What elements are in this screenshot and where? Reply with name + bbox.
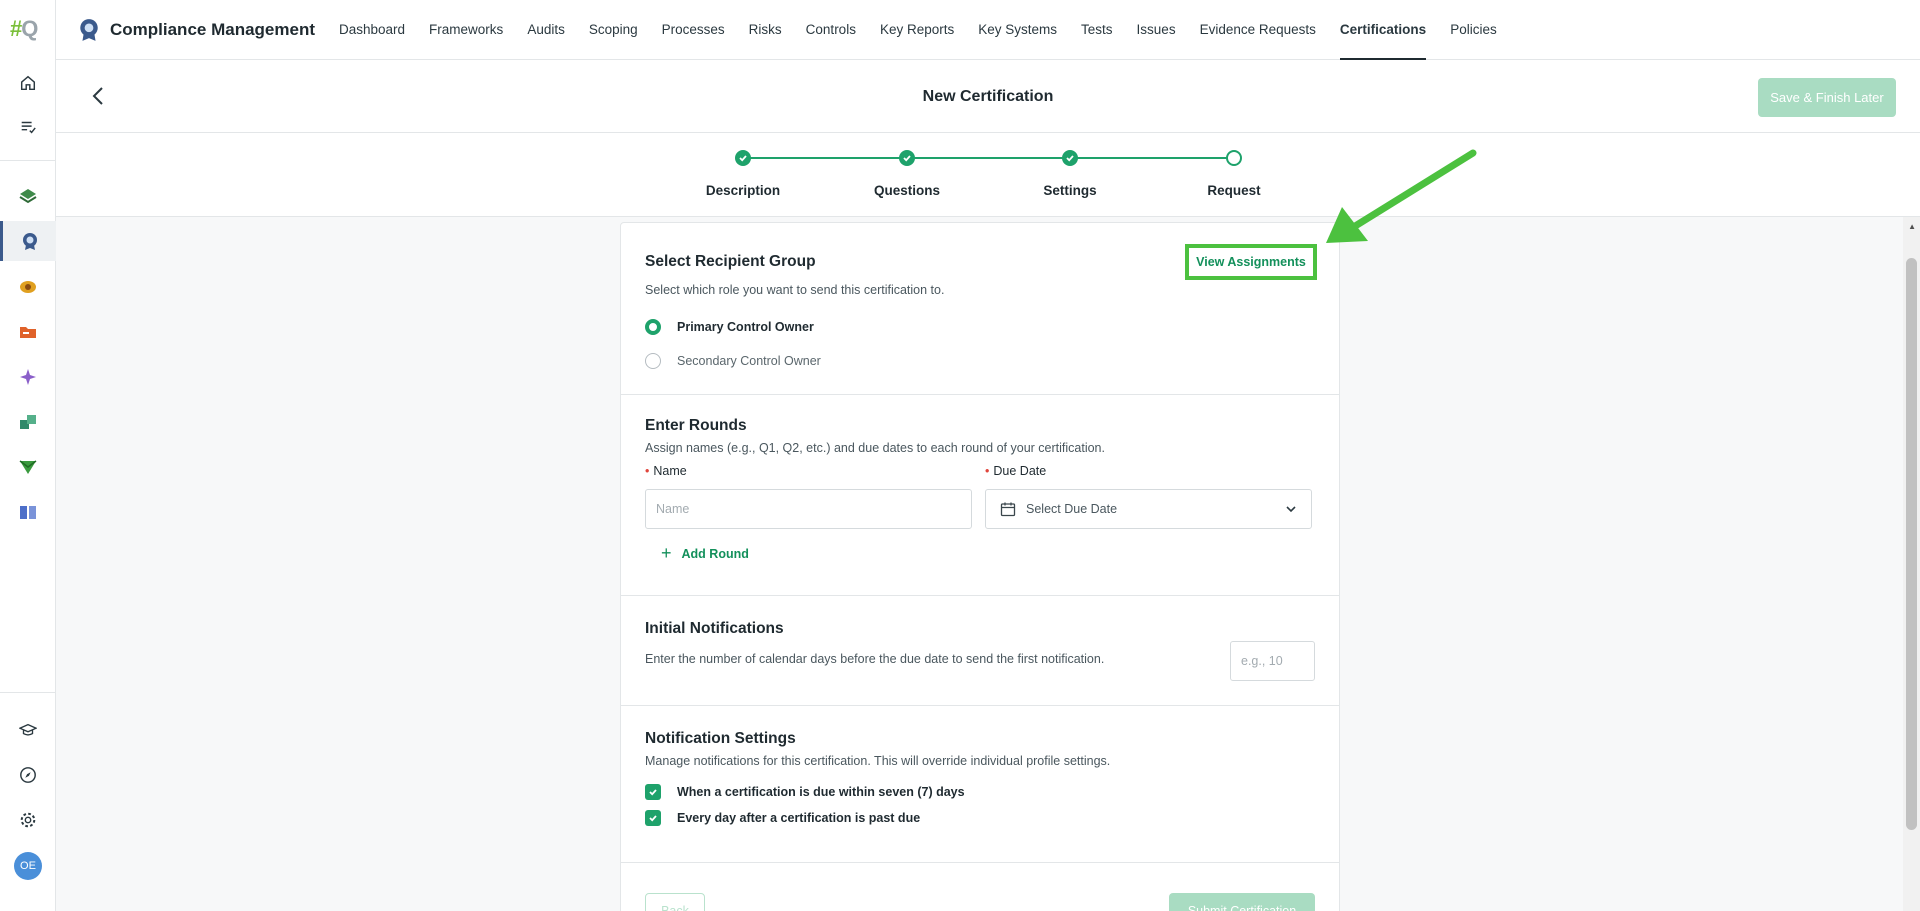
- compass-icon[interactable]: [0, 755, 56, 795]
- nav-risks[interactable]: Risks: [749, 0, 782, 60]
- recipient-title: Select Recipient Group: [645, 253, 816, 270]
- app-logo[interactable]: #Q: [10, 16, 38, 42]
- home-icon[interactable]: [0, 63, 56, 103]
- radio-primary-owner[interactable]: Primary Control Owner: [645, 319, 814, 335]
- risk-coin-icon[interactable]: [0, 267, 56, 307]
- top-nav: Compliance Management Dashboard Framewor…: [56, 0, 1920, 60]
- certification-shield-icon[interactable]: [0, 221, 56, 261]
- page-title: New Certification: [922, 88, 1054, 105]
- nav-key-reports[interactable]: Key Reports: [880, 0, 954, 60]
- plus-icon: +: [661, 543, 672, 563]
- nav-key-systems[interactable]: Key Systems: [978, 0, 1057, 60]
- nav-evidence-requests[interactable]: Evidence Requests: [1200, 0, 1316, 60]
- rounds-title: Enter Rounds: [645, 417, 747, 434]
- sparkle-icon[interactable]: [0, 357, 56, 397]
- nav-certifications[interactable]: Certifications: [1339, 0, 1427, 60]
- nav-policies[interactable]: Policies: [1450, 0, 1497, 60]
- step-label-settings: Settings: [1043, 183, 1097, 198]
- progress-stepper: Description Questions Settings Request: [56, 133, 1920, 217]
- certification-badge-icon: [80, 18, 98, 41]
- tasks-icon[interactable]: [0, 107, 56, 147]
- add-round-button[interactable]: + Add Round: [661, 543, 749, 564]
- initial-days-input[interactable]: [1230, 641, 1315, 681]
- rounds-section: Enter Rounds Assign names (e.g., Q1, Q2,…: [621, 395, 1339, 596]
- left-rail: #Q OE: [0, 0, 56, 911]
- checkbox-due-seven-days[interactable]: When a certification is due within seven…: [645, 784, 965, 800]
- notification-settings-section: Notification Settings Manage notificatio…: [621, 706, 1339, 863]
- chevron-down-icon: [1286, 506, 1296, 513]
- initial-notifications-section: Initial Notifications Enter the number o…: [621, 596, 1339, 706]
- graduation-cap-icon[interactable]: [0, 710, 56, 750]
- step-request-dot[interactable]: [1226, 150, 1242, 166]
- certification-form-card: Select Recipient Group View Assignments …: [620, 222, 1340, 911]
- recipient-description: Select which role you want to send this …: [645, 283, 945, 297]
- notify-description: Manage notifications for this certificat…: [645, 754, 1111, 768]
- nav-audits[interactable]: Audits: [527, 0, 565, 60]
- back-button[interactable]: Back: [645, 893, 705, 911]
- scroll-up-arrow-icon[interactable]: ▲: [1908, 222, 1916, 231]
- nav-issues[interactable]: Issues: [1137, 0, 1176, 60]
- send-icon[interactable]: [0, 447, 56, 487]
- nav-scoping[interactable]: Scoping: [589, 0, 638, 60]
- folder-icon[interactable]: [0, 312, 56, 352]
- nav-processes[interactable]: Processes: [662, 0, 725, 60]
- due-date-select[interactable]: Select Due Date: [985, 489, 1312, 529]
- save-finish-later-button[interactable]: Save & Finish Later: [1758, 78, 1896, 117]
- recipient-section: Select Recipient Group View Assignments …: [621, 223, 1339, 395]
- nav-controls[interactable]: Controls: [806, 0, 856, 60]
- round-name-input[interactable]: [645, 489, 972, 529]
- step-label-description: Description: [705, 183, 781, 198]
- page-header: New Certification Save & Finish Later: [56, 60, 1920, 133]
- radio-secondary-owner[interactable]: Secondary Control Owner: [645, 353, 821, 369]
- checkbox-checked-icon[interactable]: [645, 810, 661, 826]
- step-questions-check-icon[interactable]: [899, 150, 915, 166]
- brand: Compliance Management: [78, 18, 315, 42]
- nav-frameworks[interactable]: Frameworks: [429, 0, 503, 60]
- step-settings-check-icon[interactable]: [1062, 150, 1078, 166]
- stepper-line: [743, 157, 1236, 159]
- name-label: • Name: [645, 464, 687, 478]
- checkbox-checked-icon[interactable]: [645, 784, 661, 800]
- nav-tests[interactable]: Tests: [1081, 0, 1113, 60]
- nav-dashboard[interactable]: Dashboard: [339, 0, 405, 60]
- gear-icon[interactable]: [0, 800, 56, 840]
- radio-unselected-icon[interactable]: [645, 353, 661, 369]
- step-description-check-icon[interactable]: [735, 150, 751, 166]
- initial-description: Enter the number of calendar days before…: [645, 652, 1105, 666]
- radio-selected-icon[interactable]: [645, 319, 661, 335]
- stack-icon[interactable]: [0, 402, 56, 442]
- scrollbar-thumb[interactable]: [1906, 258, 1917, 830]
- checkbox-past-due[interactable]: Every day after a certification is past …: [645, 810, 920, 826]
- submit-certification-button[interactable]: Submit Certification: [1169, 893, 1315, 911]
- user-avatar[interactable]: OE: [0, 846, 56, 886]
- step-label-request: Request: [1207, 183, 1261, 198]
- initial-title: Initial Notifications: [645, 620, 784, 637]
- view-assignments-button[interactable]: View Assignments: [1185, 244, 1317, 280]
- step-label-questions: Questions: [873, 183, 940, 198]
- calendar-icon: [1000, 502, 1016, 517]
- due-date-label: • Due Date: [985, 464, 1047, 478]
- rounds-description: Assign names (e.g., Q1, Q2, etc.) and du…: [645, 441, 1105, 455]
- book-icon[interactable]: [0, 492, 56, 532]
- notify-title: Notification Settings: [645, 730, 796, 747]
- app-title: Compliance Management: [110, 19, 315, 39]
- layers-icon[interactable]: [0, 176, 56, 216]
